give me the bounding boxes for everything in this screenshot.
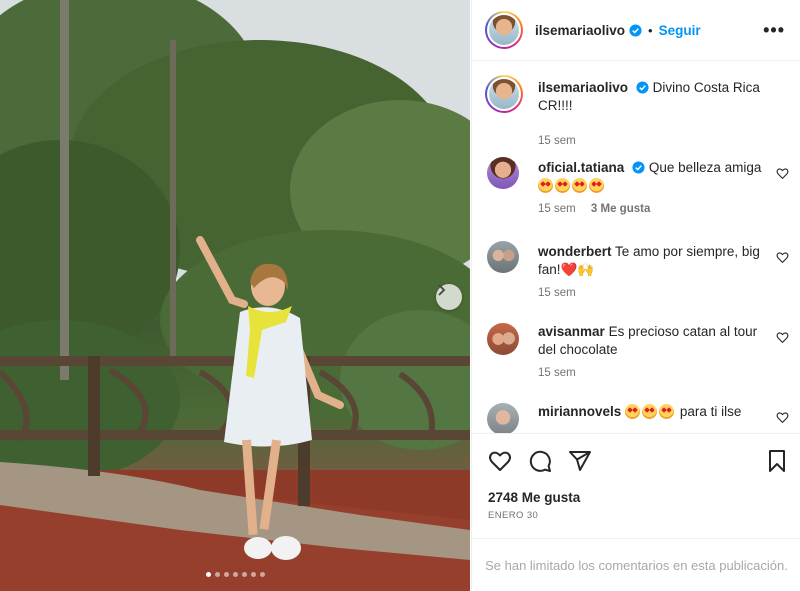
- likes-count[interactable]: 2748 Me gusta: [488, 490, 580, 505]
- comment-username[interactable]: wonderbert: [538, 244, 612, 259]
- photo-scene: [0, 0, 470, 591]
- caption-time[interactable]: 15 sem: [538, 135, 576, 147]
- like-comment-icon[interactable]: [776, 251, 789, 264]
- commenter-avatar[interactable]: [487, 403, 519, 433]
- comment-text: wonderbert Te amo por siempre, big fan!❤…: [538, 243, 767, 279]
- verified-badge-icon: [636, 81, 649, 94]
- caption-avatar[interactable]: [485, 75, 523, 113]
- avatar[interactable]: [485, 11, 523, 49]
- comment-time[interactable]: 15 sem: [538, 287, 576, 299]
- carousel-dot[interactable]: [214, 572, 220, 577]
- carousel-dot[interactable]: [205, 572, 211, 577]
- more-options-icon[interactable]: •••: [763, 21, 785, 39]
- comment-username[interactable]: oficial.tatiana: [538, 160, 624, 175]
- comment-body: para ti ilse: [679, 404, 742, 419]
- like-comment-icon[interactable]: [776, 167, 789, 180]
- like-icon[interactable]: [488, 449, 512, 473]
- comment-icon[interactable]: [528, 449, 552, 473]
- comment-emoji: ❤️🙌: [560, 262, 595, 277]
- chevron-right-icon: [438, 284, 446, 296]
- header-separator: •: [648, 22, 653, 38]
- carousel-dots: [0, 572, 470, 577]
- comment-time[interactable]: 15 sem: [538, 203, 576, 215]
- verified-badge-icon: [629, 23, 642, 37]
- emoji-heart-eyes: [538, 178, 606, 193]
- caption-body: Divino Costa Rica: [652, 80, 760, 95]
- comments-limited-notice: Se han limitado los comentarios en esta …: [472, 538, 800, 591]
- carousel-dot[interactable]: [250, 572, 256, 577]
- comment-time[interactable]: 15 sem: [538, 367, 576, 379]
- comment-likes[interactable]: 3 Me gusta: [591, 203, 650, 215]
- like-comment-icon[interactable]: [776, 411, 789, 424]
- caption-body-line2: CR!!!!: [538, 98, 573, 113]
- carousel-next-button[interactable]: [436, 284, 462, 310]
- share-icon[interactable]: [568, 449, 592, 473]
- caption-text: ilsemariaolivo Divino Costa Rica CR!!!!: [538, 79, 767, 115]
- comment-text: avisanmar Es precioso catan al tour del …: [538, 323, 767, 359]
- comment-username[interactable]: avisanmar: [538, 324, 605, 339]
- commenter-avatar[interactable]: [487, 157, 519, 189]
- carousel-dot[interactable]: [232, 572, 238, 577]
- post-date[interactable]: ENERO 30: [488, 510, 538, 521]
- comment-text: oficial.tatiana Que belleza amiga: [538, 159, 767, 195]
- post-panel: ilsemariaolivo • Seguir ••• ilsemariaoli…: [471, 0, 800, 591]
- commenter-avatar[interactable]: [487, 241, 519, 273]
- carousel-dot[interactable]: [223, 572, 229, 577]
- commenter-avatar[interactable]: [487, 323, 519, 355]
- comment-body: Que belleza amiga: [648, 160, 762, 175]
- comment-text: miriannovels para ti ilse: [538, 403, 767, 421]
- header-username[interactable]: ilsemariaolivo: [535, 23, 625, 38]
- follow-button[interactable]: Seguir: [659, 23, 701, 38]
- like-comment-icon[interactable]: [776, 331, 789, 344]
- comment-meta: 15 sem 3 Me gusta: [538, 203, 650, 215]
- verified-badge-icon: [632, 161, 645, 174]
- caption-username[interactable]: ilsemariaolivo: [538, 80, 628, 95]
- save-bookmark-icon[interactable]: [765, 449, 789, 473]
- comments-list[interactable]: ilsemariaolivo Divino Costa Rica CR!!!! …: [472, 61, 800, 433]
- carousel-dot[interactable]: [241, 572, 247, 577]
- divider: [472, 433, 800, 434]
- carousel-dot[interactable]: [259, 572, 265, 577]
- post-actions: [472, 445, 800, 477]
- comment-username[interactable]: miriannovels: [538, 404, 621, 419]
- post-photo[interactable]: [0, 0, 470, 591]
- emoji-heart-eyes: [625, 404, 676, 419]
- post-header: ilsemariaolivo • Seguir •••: [472, 0, 800, 61]
